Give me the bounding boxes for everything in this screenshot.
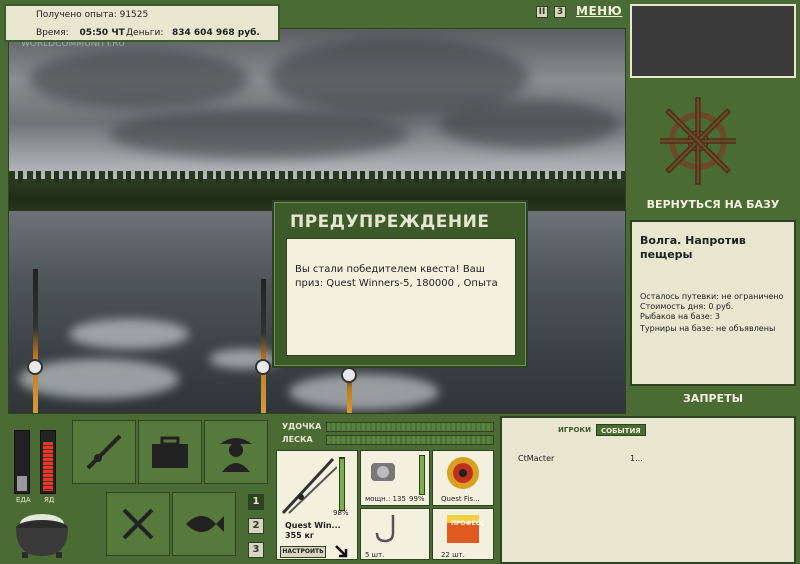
game-screen: WORLDCOMMUNITY.RU Получено опыта: 91525 … [0,0,800,564]
dialog-message: Вы стали победителем квеста! Ваш приз: Q… [286,238,516,356]
food-gauge-fill [17,476,27,491]
money-value: 834 604 968 руб. [172,28,260,38]
slot-character[interactable] [204,420,268,484]
location-panel: Волга. Напротив пещеры Осталось путевки:… [630,220,796,386]
page-button-2[interactable]: 2 [248,518,264,534]
foam [19,359,179,399]
bait-count: 22 шт. [441,551,465,559]
fish-icon [186,516,224,532]
poison-gauge-fill [43,442,53,491]
poison-label: ЯД [44,496,55,504]
time-label: Время: [36,28,69,38]
location-title: Волга. Напротив пещеры [640,234,746,261]
arrow-down-right-icon[interactable] [334,544,348,558]
cauldron-icon[interactable] [12,508,72,560]
cloud [439,99,619,149]
cloud [109,109,409,159]
page-button-1[interactable]: 1 [248,494,264,510]
reel-durability-bar [419,455,425,495]
bait-pack-icon [447,515,479,543]
reel-icon [371,463,395,481]
pause-button[interactable]: II [536,6,548,18]
slot-rods[interactable] [72,420,136,484]
bait-brand: ПРОФЕСС [451,520,485,527]
minimap-panel [630,4,796,78]
line-label: ЛЕСКА [282,435,313,444]
setup-button[interactable]: НАСТРОИТЬ [280,546,326,558]
reel-percent: 99% [409,495,425,503]
rod-1[interactable] [33,269,38,413]
hooks-cell[interactable]: 5 шт. [360,508,430,560]
time-value: 05:50 ЧТ [79,28,125,38]
bans-button[interactable]: ЗАПРЕТЫ [630,392,796,410]
rod-label: УДОЧКА [282,422,322,431]
tournaments-info: Турниры на базе: не объявлены [640,324,776,333]
reel-3 [341,367,357,383]
cloud [29,49,249,109]
rod-durability-bar [339,457,345,511]
player-value: 1... [630,454,643,463]
rod-weight: 355 кг [285,531,315,540]
return-to-base-button[interactable]: ВЕРНУТЬСЯ НА БАЗУ [630,198,796,216]
money-label: Деньги: [126,28,164,38]
reel-cell[interactable]: мощн.: 135 99% [360,450,430,506]
fisherman-icon [220,438,252,472]
reel-2 [255,359,271,375]
fishing-line-cell[interactable]: Quest Fis... [432,450,494,506]
reel-1 [27,359,43,375]
page-button-3[interactable]: 3 [248,542,264,558]
hooks-count: 5 шт. [365,551,385,559]
rod-icon [86,434,122,470]
time-row: Время: 05:50 ЧТ [36,28,125,38]
rod-2[interactable] [261,279,266,413]
fishers-on-base: Рыбаков на базе: 3 [640,312,720,321]
reel-power: мощн.: 135 [365,495,406,503]
bait-cell[interactable]: ПРОФЕСС 22 шт. [432,508,494,560]
player-name[interactable]: CtMacter [518,454,554,463]
knife-fork-icon [122,508,154,540]
ship-wheel-icon[interactable] [660,94,736,188]
hook-icon [375,515,395,543]
poison-gauge [40,430,56,494]
line-spool-icon [447,457,479,489]
tab-events[interactable]: СОБЫТИЯ [596,424,646,436]
rod-tackle-icon [281,457,337,515]
tackle-box-icon [152,436,188,468]
food-label: ЕДА [16,496,31,504]
dialog-title: ПРЕДУПРЕЖДЕНИЕ [290,212,490,232]
tab-players[interactable]: ИГРОКИ [554,424,595,436]
rod-durability-fill [340,459,344,510]
foam [69,319,189,349]
rod-name: Quest Win... [285,521,341,530]
line-name: Quest Fis... [441,495,480,503]
food-gauge [14,430,30,494]
rod-status-bar [326,422,494,432]
player-info-panel: Получено опыта: 91525 Время: 05:50 ЧТ Де… [4,4,280,42]
players-panel: ИГРОКИ СОБЫТИЯ CtMacter 1... [500,416,796,564]
trip-remaining: Осталось путевки: не ограничено [640,292,784,301]
line-status-bar [326,435,494,445]
day-cost: Стоимость дня: 0 руб. [640,302,734,311]
experience-label: Получено опыта: 91525 [36,10,149,20]
warning-dialog[interactable]: ПРЕДУПРЕЖДЕНИЕ Вы стали победителем квес… [272,200,528,368]
foam [289,374,439,410]
slot-food[interactable] [106,492,170,556]
menu-button[interactable]: МЕНЮ [576,4,622,22]
slot-tackle-box[interactable] [138,420,202,484]
reel-durability-fill [420,456,424,494]
speed-button[interactable]: 3 [554,6,566,18]
slot-fish[interactable] [172,492,236,556]
rod-percent: 98% [333,509,349,517]
